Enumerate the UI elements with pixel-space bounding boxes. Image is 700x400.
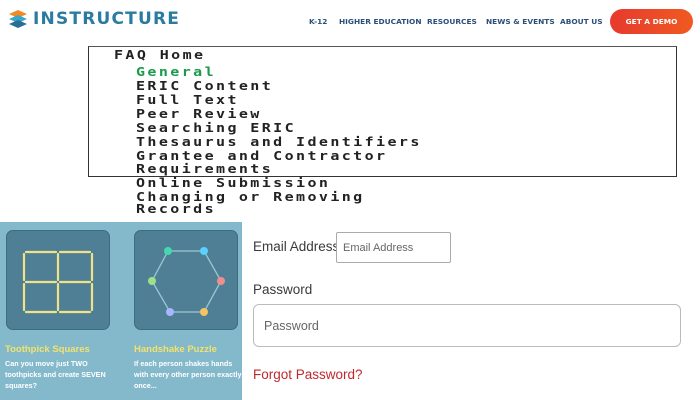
forgot-password-link[interactable]: Forgot Password?: [253, 367, 363, 382]
faq-records-link[interactable]: Records: [136, 203, 216, 215]
faq-thesaurus-link[interactable]: Thesaurus and Identifiers: [136, 136, 422, 148]
toothpick-squares-title[interactable]: Toothpick Squares: [5, 344, 90, 355]
handshake-puzzle-description: If each person shakes hands with every o…: [134, 359, 242, 390]
faq-eric-content-link[interactable]: ERIC Content: [136, 80, 273, 92]
nav-higher-education[interactable]: HIGHER EDUCATION: [339, 17, 422, 26]
faq-full-text-link[interactable]: Full Text: [136, 94, 239, 106]
email-field[interactable]: [336, 232, 451, 263]
faq-peer-review-link[interactable]: Peer Review: [136, 108, 262, 120]
faq-requirements-link[interactable]: Requirements: [136, 163, 273, 175]
puzzle-panel: Toothpick Squares Can you move just TWO …: [0, 222, 242, 400]
main-nav: K-12 HIGHER EDUCATION RESOURCES NEWS & E…: [0, 17, 700, 29]
nav-news-events[interactable]: NEWS & EVENTS: [486, 17, 555, 26]
nav-about-us[interactable]: ABOUT US: [560, 17, 603, 26]
faq-home-link[interactable]: FAQ Home: [114, 49, 205, 61]
toothpick-squares-icon: [22, 250, 94, 314]
toothpick-squares-card[interactable]: [6, 230, 110, 330]
handshake-puzzle-card[interactable]: [134, 230, 238, 330]
email-label: Email Address: [253, 239, 340, 254]
faq-online-submission-link[interactable]: Online Submission: [136, 177, 330, 189]
faq-searching-eric-link[interactable]: Searching ERIC: [136, 122, 296, 134]
password-label: Password: [253, 282, 313, 297]
password-field[interactable]: [253, 304, 681, 347]
faq-general-link[interactable]: General: [136, 66, 216, 78]
get-a-demo-button[interactable]: GET A DEMO: [610, 9, 693, 34]
toothpick-squares-description: Can you move just TWO toothpicks and cre…: [5, 359, 106, 390]
nav-k12[interactable]: K-12: [309, 17, 327, 26]
handshake-puzzle-title[interactable]: Handshake Puzzle: [134, 344, 217, 355]
handshake-hexagon-icon: [148, 247, 225, 316]
nav-resources[interactable]: RESOURCES: [427, 17, 477, 26]
site-header: INSTRUCTURE K-12 HIGHER EDUCATION RESOUR…: [0, 0, 700, 44]
